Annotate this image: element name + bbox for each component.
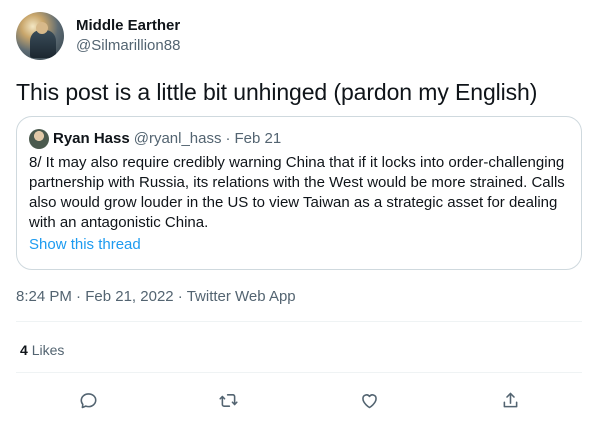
likes-label: Likes <box>31 342 65 358</box>
show-thread-link[interactable]: Show this thread <box>29 235 141 255</box>
meta-separator: · <box>173 288 187 305</box>
quoted-author-handle: @ryanl_hass <box>133 130 222 147</box>
author-avatar[interactable] <box>16 12 64 60</box>
author-display-name[interactable]: Middle Earther <box>76 16 180 36</box>
likes-stat[interactable]: 4 Likes <box>20 341 64 359</box>
tweet-time[interactable]: 8:24 PM <box>16 288 72 305</box>
like-button[interactable] <box>355 386 383 414</box>
action-bar <box>16 386 582 414</box>
retweet-button[interactable] <box>214 386 242 414</box>
tweet-text: This post is a little bit unhinged (pard… <box>16 79 538 105</box>
tweet-date[interactable]: Feb 21, 2022 <box>85 288 173 305</box>
tweet-meta: 8:24 PM · Feb 21, 2022 · Twitter Web App <box>16 287 296 307</box>
quoted-tweet-header: Ryan Hass @ryanl_hass · Feb 21 <box>29 129 569 149</box>
avatar-head-shape <box>36 22 48 34</box>
avatar-cape-shape <box>30 30 56 58</box>
like-heart-icon <box>361 393 377 408</box>
tweet-header: Middle Earther @Silmarillion88 <box>16 12 180 60</box>
author-handle[interactable]: @Silmarillion88 <box>76 36 180 56</box>
author-names: Middle Earther @Silmarillion88 <box>76 16 180 56</box>
tweet-source[interactable]: Twitter Web App <box>187 288 296 305</box>
quoted-tweet-card[interactable]: Ryan Hass @ryanl_hass · Feb 21 8/ It may… <box>16 116 582 270</box>
share-icon <box>503 392 517 407</box>
divider <box>16 372 582 373</box>
quoted-separator: · <box>225 130 231 147</box>
likes-count: 4 <box>20 342 28 358</box>
retweet-icon <box>218 393 238 407</box>
reply-button[interactable] <box>74 386 102 414</box>
meta-separator: · <box>71 288 86 305</box>
share-button[interactable] <box>496 386 524 414</box>
reply-icon <box>79 392 97 408</box>
quoted-author-avatar <box>29 129 49 149</box>
divider <box>16 321 582 322</box>
quoted-date: Feb 21 <box>234 130 282 147</box>
quoted-tweet-text: 8/ It may also require credibly warning … <box>29 154 565 231</box>
quoted-author-name: Ryan Hass <box>53 130 130 147</box>
